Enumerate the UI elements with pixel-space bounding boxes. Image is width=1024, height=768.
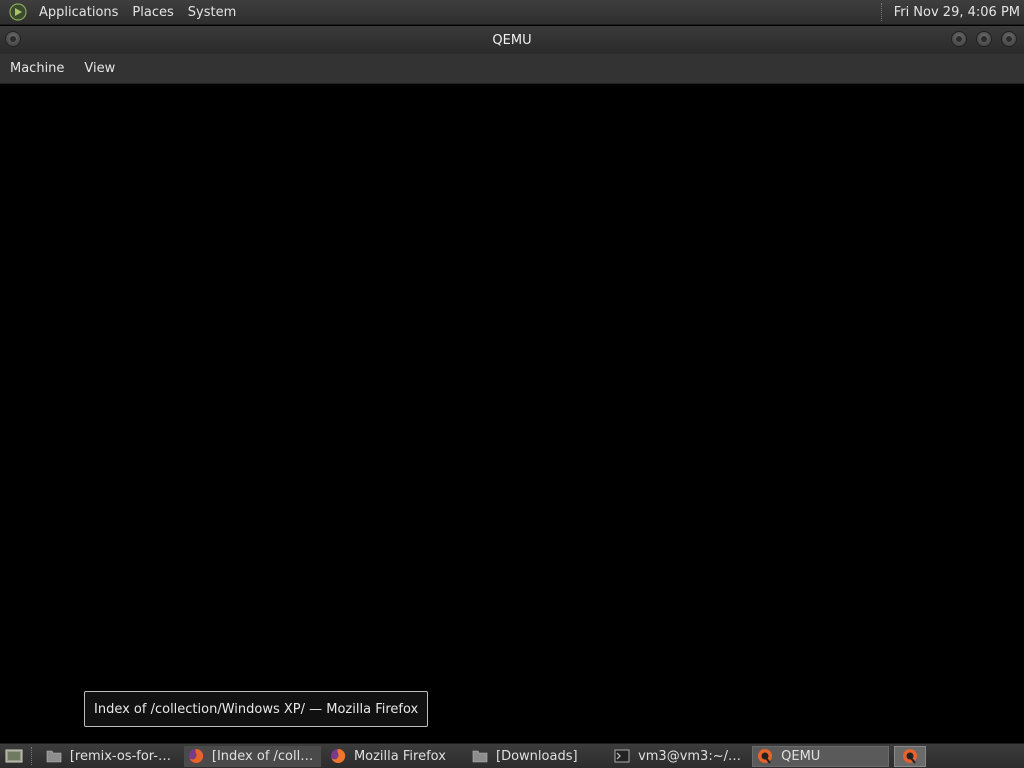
task-remix-os[interactable]: [remix-os-for-p... xyxy=(42,746,179,767)
minimize-button[interactable] xyxy=(951,31,967,47)
task-label: [remix-os-for-p... xyxy=(69,748,175,764)
folder-icon xyxy=(472,748,488,764)
firefox-icon xyxy=(330,748,346,764)
task-mozilla-firefox[interactable]: Mozilla Firefox xyxy=(326,746,463,767)
places-menu[interactable]: Places xyxy=(125,0,180,25)
window-title: QEMU xyxy=(492,32,532,48)
task-downloads[interactable]: [Downloads] xyxy=(468,746,605,767)
task-terminal[interactable]: vm3@vm3:~/D... xyxy=(610,746,747,767)
show-desktop-icon[interactable] xyxy=(3,746,25,766)
task-index-of-collection[interactable]: [Index of /colle... xyxy=(183,745,321,767)
task-qemu[interactable]: QEMU xyxy=(752,745,890,767)
top-panel: Applications Places System Fri Nov 29, 4… xyxy=(0,0,1024,25)
task-label: Mozilla Firefox xyxy=(353,748,446,764)
close-button[interactable] xyxy=(1001,31,1017,47)
menu-machine[interactable]: Machine xyxy=(0,61,74,76)
maximize-button[interactable] xyxy=(976,31,992,47)
qemu-menubar: Machine View xyxy=(0,54,1024,84)
terminal-icon xyxy=(614,748,630,764)
folder-icon xyxy=(46,748,62,764)
mate-logo-icon[interactable] xyxy=(8,2,28,22)
task-label: vm3@vm3:~/D... xyxy=(638,748,744,764)
window-titlebar[interactable]: QEMU xyxy=(0,26,1024,54)
panel-separator xyxy=(880,3,886,21)
vm-display[interactable] xyxy=(0,84,1024,743)
task-label: [Index of /colle... xyxy=(211,748,317,764)
clock[interactable]: Fri Nov 29, 4:06 PM xyxy=(894,5,1020,20)
bottom-panel: [remix-os-for-p... [Index of /colle... M… xyxy=(0,743,1024,768)
qemu-icon xyxy=(757,748,773,764)
task-label: QEMU xyxy=(781,748,821,764)
taskbar-tooltip: Index of /collection/Windows XP/ — Mozil… xyxy=(84,691,429,727)
firefox-icon xyxy=(188,748,204,764)
system-menu[interactable]: System xyxy=(181,0,243,25)
qemu-tray-icon[interactable] xyxy=(894,745,926,767)
taskbar-separator xyxy=(30,747,36,765)
applications-menu[interactable]: Applications xyxy=(32,0,125,25)
window-menu-button[interactable] xyxy=(5,31,21,47)
menu-view[interactable]: View xyxy=(74,61,125,76)
task-label: [Downloads] xyxy=(496,748,578,764)
